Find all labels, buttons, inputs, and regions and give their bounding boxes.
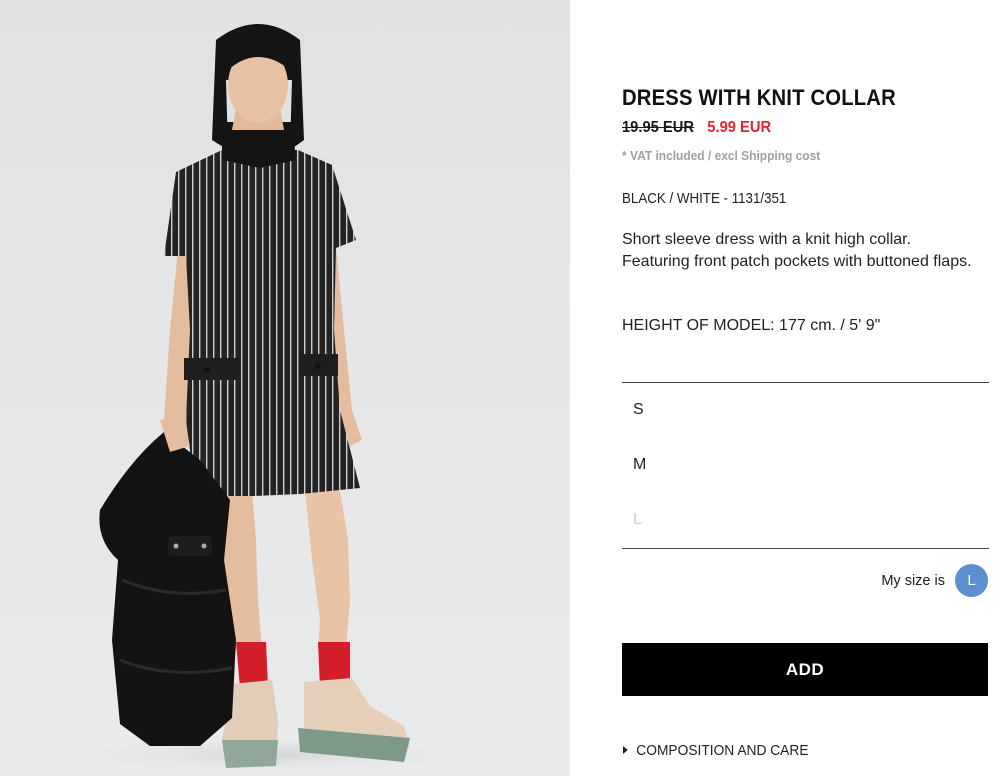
add-to-cart-button[interactable]: ADD <box>622 643 988 696</box>
product-info-panel: DRESS WITH KNIT COLLAR 19.95 EUR 5.99 EU… <box>622 0 989 776</box>
old-price: 19.95 EUR <box>622 119 695 136</box>
size-option-m[interactable]: M <box>633 456 646 474</box>
my-size-label: My size is <box>881 573 945 589</box>
size-option-s[interactable]: S <box>633 401 644 419</box>
price-block: 19.95 EUR 5.99 EUR <box>622 119 771 137</box>
model-illustration <box>70 24 470 773</box>
vat-note: * VAT included / excl Shipping cost <box>622 148 821 163</box>
color-reference: BLACK / WHITE - 1131/351 <box>622 191 787 207</box>
composition-and-care-toggle[interactable]: COMPOSITION AND CARE <box>623 743 809 759</box>
product-image[interactable] <box>0 0 570 776</box>
composition-label: COMPOSITION AND CARE <box>636 743 809 759</box>
sale-price: 5.99 EUR <box>707 119 772 136</box>
caret-right-icon <box>623 746 628 754</box>
size-option-l: L <box>633 511 642 528</box>
product-description: Short sleeve dress with a knit high coll… <box>622 231 972 270</box>
product-title: DRESS WITH KNIT COLLAR <box>622 85 896 110</box>
model-height: HEIGHT OF MODEL: 177 cm. / 5' 9" <box>622 317 881 334</box>
my-size-badge[interactable]: L <box>955 564 988 597</box>
size-selector: S M L <box>622 382 989 549</box>
